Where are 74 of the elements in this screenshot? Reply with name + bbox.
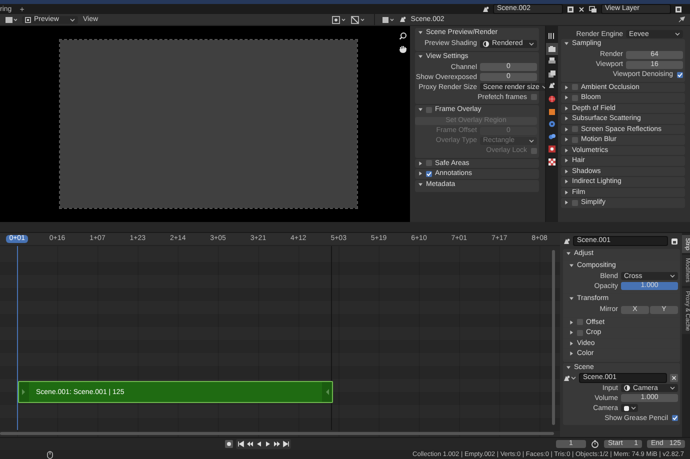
object-selector[interactable] [621,404,638,412]
keyframe-back-icon[interactable] [246,440,254,448]
disclosure-triangle-icon [564,41,569,46]
checkbox[interactable] [426,170,432,177]
caret-icon [670,274,675,278]
strip-handle-icon[interactable] [19,382,29,402]
printer-icon[interactable] [548,57,556,66]
checkbox[interactable] [677,72,683,78]
checkbox[interactable] [572,136,578,143]
checkbox[interactable] [572,94,578,101]
cube-icon[interactable] [548,108,556,116]
images-icon[interactable] [548,70,556,78]
scene-icon[interactable] [548,82,556,90]
sphere-icon [624,385,630,391]
checkbox[interactable] [426,106,432,113]
globe-icon[interactable] [548,94,556,103]
scrollbar[interactable] [552,250,555,425]
jump-end-icon[interactable] [282,440,290,448]
sphere-icon [483,40,489,46]
play-icon[interactable] [264,440,272,448]
caret-icon [70,18,75,22]
disclosure-triangle-icon [566,364,571,370]
scene-icon [398,16,406,23]
checkbox[interactable] [577,319,583,326]
checkbox[interactable] [531,94,537,100]
checkbox[interactable] [572,200,578,206]
gizmo-icon[interactable] [332,16,346,24]
checkbox[interactable] [672,415,678,421]
caret-icon [670,386,675,390]
pin-icon[interactable] [678,16,685,23]
close-icon[interactable] [670,374,678,382]
add-tab-button[interactable]: + [20,4,24,14]
scene-icon[interactable] [482,6,489,12]
disclosure-triangle-icon [418,54,423,59]
tool-icon[interactable] [548,32,556,40]
scrollbar[interactable] [0,432,554,435]
disclosure-triangle-icon [418,30,423,36]
checkbox[interactable] [577,330,583,336]
copy-icon[interactable] [675,6,682,12]
hand-icon[interactable] [399,45,407,53]
disclosure-triangle-icon [566,251,571,256]
caret-icon [529,138,534,142]
jump-start-icon[interactable] [237,440,245,448]
editor-type-icon[interactable] [5,16,17,24]
preview-icon [25,16,31,22]
checkbox[interactable] [572,126,578,132]
toggle-icon[interactable] [671,238,678,244]
object-icon [623,404,630,412]
disclosure-triangle-icon [569,262,574,268]
record-icon[interactable] [225,440,233,448]
disclosure-triangle-icon [418,107,423,112]
caret-icon [675,32,680,36]
caret-icon [631,406,636,410]
zoom-icon[interactable] [399,32,407,40]
strip-handle-icon[interactable] [322,382,332,402]
scene-icon [563,374,570,382]
layers-icon[interactable] [589,6,597,12]
keyframe-forward-icon[interactable] [273,440,281,448]
close-icon[interactable] [578,6,585,12]
properties-icon[interactable] [382,16,394,24]
disclosure-triangle-icon [569,296,574,302]
play-reverse-icon[interactable] [255,440,263,448]
checkbox[interactable] [426,160,432,166]
checkbox[interactable] [572,84,578,90]
overlay-icon[interactable] [350,16,365,24]
scene-icon [563,238,570,244]
camera-icon[interactable] [548,44,556,53]
copy-icon[interactable] [567,6,574,12]
caret-icon [529,42,534,46]
mouse-icon [47,450,53,458]
scene-selector[interactable] [563,374,576,382]
checker-icon[interactable] [548,158,556,166]
caret-icon [571,376,576,380]
stopwatch-icon[interactable] [591,440,599,448]
